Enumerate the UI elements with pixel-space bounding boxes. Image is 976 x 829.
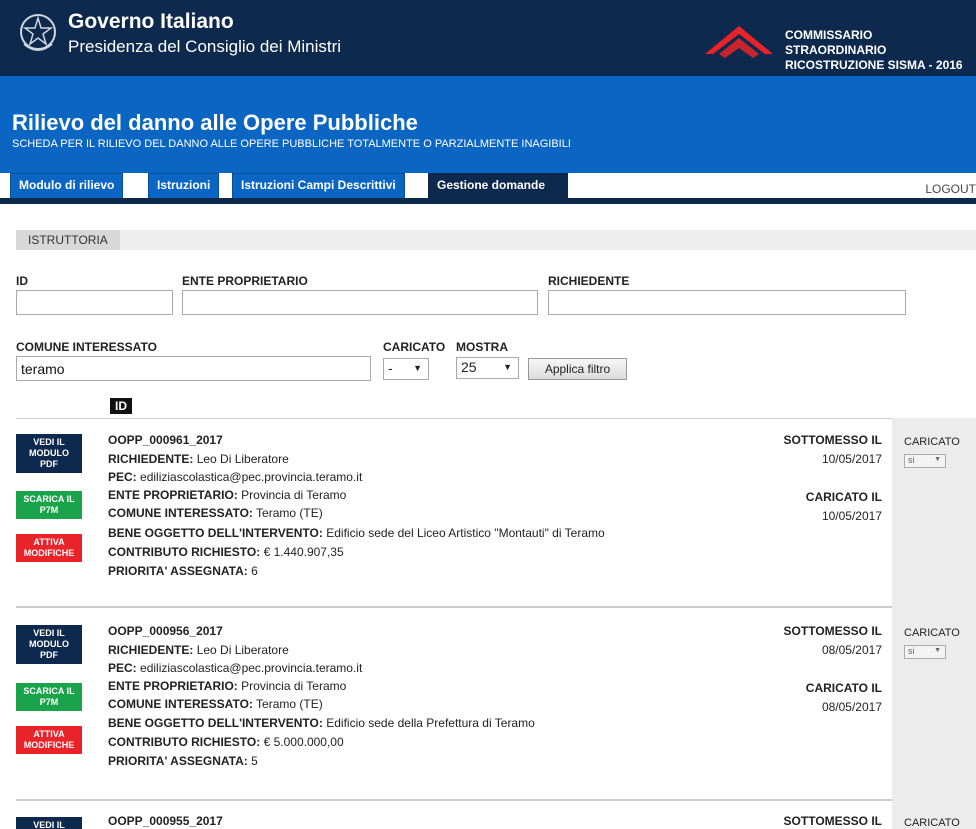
section-istruttoria: ISTRUTTORIA: [16, 230, 976, 250]
caricato-il-date: 10/05/2017: [821, 509, 882, 523]
top-header: Governo Italiano Presidenza del Consigli…: [0, 0, 976, 76]
richiedente-filter-input[interactable]: [548, 290, 906, 315]
section-tab-label[interactable]: ISTRUTTORIA: [16, 230, 120, 250]
caricato-label: CARICATO: [904, 817, 960, 829]
sottomesso-date: 10/05/2017: [821, 452, 882, 466]
caricato-select[interactable]: si ▼: [904, 454, 946, 468]
caricato-filter-label: CARICATO: [383, 340, 446, 354]
record-pec: PEC: ediliziascolastica@pec.provincia.te…: [108, 661, 363, 675]
divider: [16, 606, 892, 608]
apply-filter-button[interactable]: Applica filtro: [528, 358, 627, 380]
id-column-header[interactable]: ID: [110, 398, 132, 414]
gov-subtitle: Presidenza del Consiglio dei Ministri: [68, 37, 342, 56]
record-comune: COMUNE INTERESSATO: Teramo (TE): [108, 697, 323, 711]
caricato-column: [892, 418, 976, 829]
italian-republic-emblem-icon: [20, 14, 56, 51]
app-subtitle: SCHEDA PER IL RILIEVO DEL DANNO ALLE OPE…: [12, 138, 571, 150]
download-p7m-button[interactable]: SCARICA IL P7M: [16, 683, 82, 711]
sottomesso-date: 08/05/2017: [821, 643, 882, 657]
ente-filter-label: ENTE PROPRIETARIO: [182, 274, 308, 288]
id-filter-input[interactable]: [16, 290, 173, 315]
dropdown-arrow-icon: ▼: [503, 362, 512, 372]
dropdown-arrow-icon: ▼: [413, 363, 422, 373]
logout-link[interactable]: LOGOUT: [925, 182, 976, 196]
tab-istruzioni[interactable]: Istruzioni: [148, 173, 220, 198]
tab-istruzioni-campi-descrittivi[interactable]: Istruzioni Campi Descrittivi: [232, 173, 405, 198]
ente-filter-input[interactable]: [182, 290, 538, 315]
record-priorita: PRIORITA' ASSEGNATA: 5: [108, 754, 258, 768]
comune-filter-label: COMUNE INTERESSATO: [16, 340, 157, 354]
id-filter-label: ID: [16, 274, 28, 288]
view-pdf-button[interactable]: VEDI IL: [16, 817, 82, 829]
download-p7m-button[interactable]: SCARICA IL P7M: [16, 491, 82, 519]
record-richiedente: RICHIEDENTE: Leo Di Liberatore: [108, 643, 289, 657]
caricato-label: CARICATO: [904, 627, 960, 639]
record-id: OOPP_000955_2017: [108, 814, 223, 828]
sottomesso-label: SOTTOMESSO IL: [783, 814, 882, 828]
record-priorita: PRIORITA' ASSEGNATA: 6: [108, 564, 258, 578]
view-pdf-button[interactable]: VEDI IL MODULO PDF: [16, 434, 82, 473]
sottomesso-label: SOTTOMESSO IL: [783, 433, 882, 447]
enable-edit-button[interactable]: ATTIVA MODIFICHE: [16, 726, 82, 754]
record-richiedente: RICHIEDENTE: Leo Di Liberatore: [108, 452, 289, 466]
richiedente-filter-label: RICHIEDENTE: [548, 274, 630, 288]
record-id: OOPP_000956_2017: [108, 624, 223, 638]
record-ente: ENTE PROPRIETARIO: Provincia di Teramo: [108, 488, 347, 502]
record-contributo: CONTRIBUTO RICHIESTO: € 5.000.000,00: [108, 735, 344, 749]
view-pdf-button[interactable]: VEDI IL MODULO PDF: [16, 625, 82, 664]
record-bene: BENE OGGETTO DELL'INTERVENTO: Edificio s…: [108, 526, 605, 540]
caricato-il-date: 08/05/2017: [821, 700, 882, 714]
divider: [16, 799, 892, 801]
dropdown-arrow-icon: ▼: [934, 456, 941, 463]
enable-edit-button[interactable]: ATTIVA MODIFICHE: [16, 534, 82, 562]
app-title: Rilievo del danno alle Opere Pubbliche: [12, 110, 418, 135]
caricato-il-label: CARICATO IL: [805, 490, 882, 504]
sottomesso-label: SOTTOMESSO IL: [783, 624, 882, 638]
record-bene: BENE OGGETTO DELL'INTERVENTO: Edificio s…: [108, 716, 535, 730]
record-contributo: CONTRIBUTO RICHIESTO: € 1.440.907,35: [108, 545, 344, 559]
tab-modulo-di-rilievo[interactable]: Modulo di rilievo: [10, 173, 124, 198]
record-ente: ENTE PROPRIETARIO: Provincia di Teramo: [108, 679, 347, 693]
mostra-filter-label: MOSTRA: [456, 340, 508, 354]
comune-filter-input[interactable]: [16, 356, 371, 381]
caricato-il-label: CARICATO IL: [805, 681, 882, 695]
divider: [16, 418, 892, 419]
record-pec: PEC: ediliziascolastica@pec.provincia.te…: [108, 470, 363, 484]
caricato-filter-select[interactable]: - ▼: [383, 358, 429, 380]
commissario-house-logo-icon: [705, 26, 773, 58]
record-comune: COMUNE INTERESSATO: Teramo (TE): [108, 506, 323, 520]
caricato-label: CARICATO: [904, 436, 960, 448]
record-id: OOPP_000961_2017: [108, 433, 223, 447]
mostra-filter-select[interactable]: 25 ▼: [456, 357, 519, 379]
gov-title: Governo Italiano: [68, 10, 234, 33]
tab-gestione-domande[interactable]: Gestione domande: [428, 173, 568, 199]
commissario-title: COMMISSARIO STRAORDINARIO RICOSTRUZIONE …: [785, 28, 963, 72]
caricato-select[interactable]: si ▼: [904, 645, 946, 659]
dropdown-arrow-icon: ▼: [934, 647, 941, 654]
